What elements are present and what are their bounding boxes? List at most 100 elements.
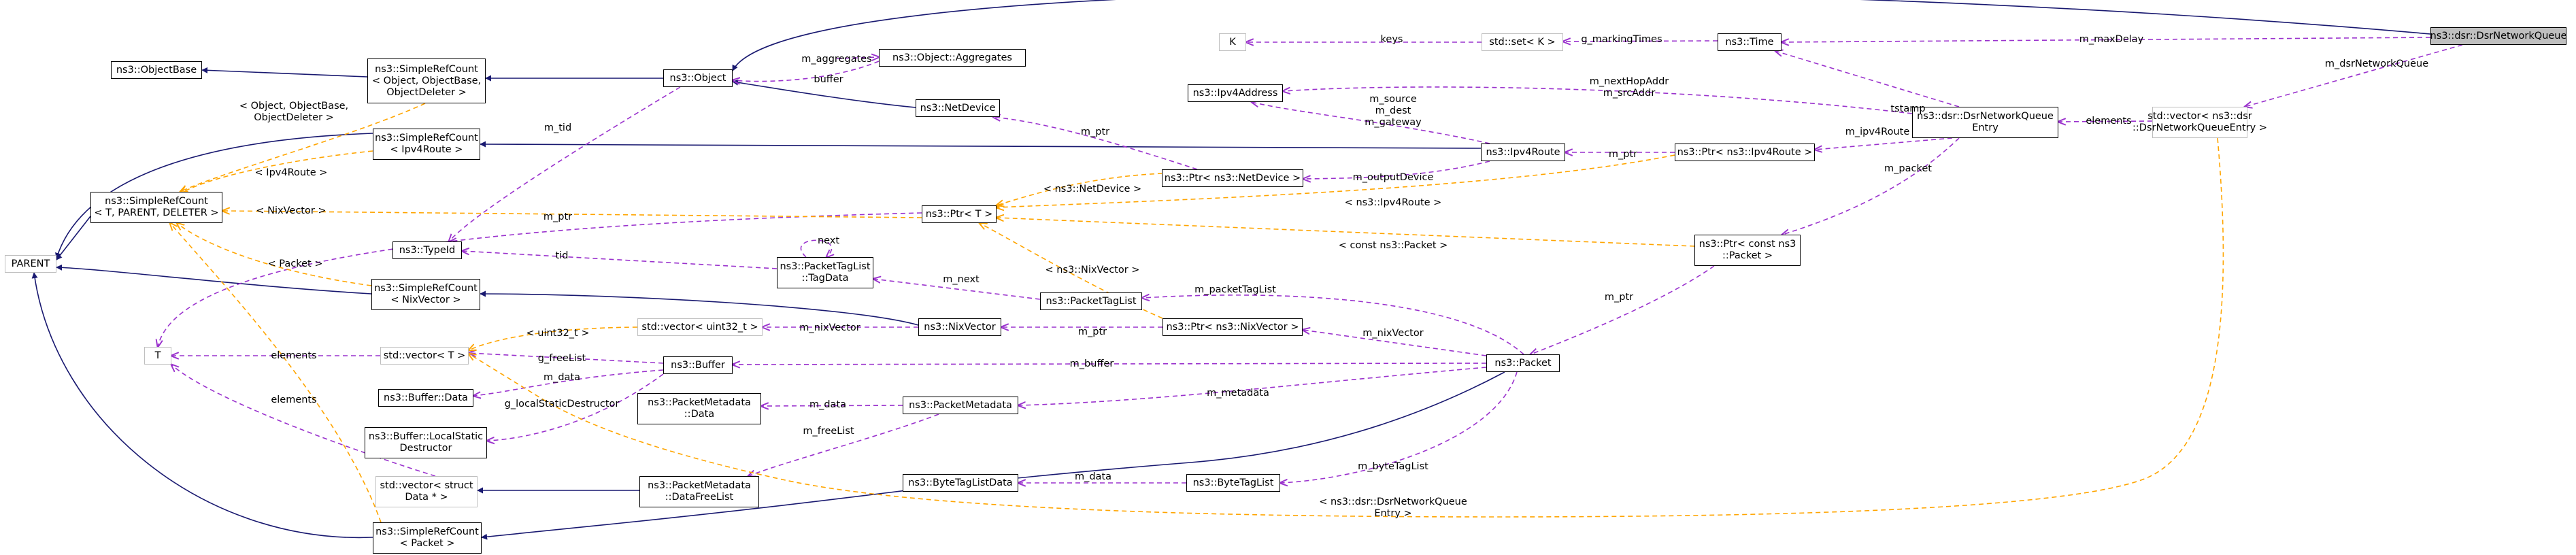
node-vector-struct-data[interactable]: std::vector< struct Data * > — [375, 476, 478, 507]
edge-label-m-ptr-netdevice: m_ptr — [1081, 127, 1109, 138]
node-parent[interactable]: PARENT — [5, 255, 56, 273]
usage-edge — [2245, 44, 2463, 107]
edge-label-keys: keys — [1381, 34, 1403, 46]
node-ptr-nixvector[interactable]: ns3::Ptr< ns3::NixVector > — [1162, 318, 1303, 336]
edge-label-m-ptr-route: m_ptr — [1609, 149, 1637, 161]
node-label-line: ns3::NetDevice — [920, 102, 996, 114]
node-typeid[interactable]: ns3::TypeId — [392, 241, 462, 259]
inheritance-edge — [56, 216, 91, 260]
node-label-line: ns3::Ptr< const ns3 — [1699, 239, 1796, 250]
node-label-line: ns3::Object::Aggregates — [892, 52, 1012, 63]
node-packetmetadata-data[interactable]: ns3::PacketMetadata::Data — [637, 393, 761, 424]
edge-label-line: m_ptr — [1604, 292, 1634, 303]
node-label-line: ::Packet > — [1722, 250, 1773, 261]
edge-label-line: < NixVector > — [256, 205, 327, 216]
edge-label-m-next: m_next — [943, 274, 980, 286]
node-label-line: < Packet > — [399, 538, 455, 549]
node-packettaglist[interactable]: ns3::PacketTagList — [1040, 292, 1142, 310]
node-simplerefcount-packet[interactable]: ns3::SimpleRefCount < Packet > — [373, 522, 482, 554]
node-simplerefcount-t[interactable]: ns3::SimpleRefCount < T, PARENT, DELETER … — [90, 192, 222, 223]
node-label-line: Data * > — [405, 492, 448, 503]
node-netdevice[interactable]: ns3::NetDevice — [916, 99, 1000, 117]
node-bytetaglistdata[interactable]: ns3::ByteTagListData — [903, 474, 1018, 492]
edge-label-m-aggregates: m_aggregates — [801, 54, 871, 65]
node-simplerefcount-object[interactable]: ns3::SimpleRefCount < Object, ObjectBase,… — [367, 58, 486, 103]
edge-label-line: m_outputDevice — [1352, 172, 1434, 183]
node-object-aggregates[interactable]: ns3::Object::Aggregates — [879, 49, 1026, 67]
node-t[interactable]: T — [144, 347, 171, 365]
node-ptr-netdevice[interactable]: ns3::Ptr< ns3::NetDevice > — [1162, 169, 1303, 187]
template-edge — [997, 154, 1675, 207]
node-object[interactable]: ns3::Object — [663, 69, 733, 87]
node-label-line: ns3::Ipv4Route — [1486, 146, 1560, 158]
node-label-line: ns3::PacketMetadata — [648, 397, 751, 408]
edge-label-line: m_maxDelay — [2079, 34, 2144, 45]
node-ipv4address[interactable]: ns3::Ipv4Address — [1188, 84, 1283, 102]
node-k[interactable]: K — [1219, 33, 1246, 51]
edge-label-m-maxDelay: m_maxDelay — [2079, 34, 2144, 46]
edge-label-t-dsr-entry: < ns3::dsr::DsrNetworkQueue Entry > — [1319, 497, 1467, 520]
node-label-line: ns3::Ptr< ns3::Ipv4Route > — [1677, 146, 1813, 158]
node-time[interactable]: ns3::Time — [1718, 33, 1782, 51]
edge-label-tid: tid — [556, 250, 569, 262]
node-packetmetadata[interactable]: ns3::PacketMetadata — [903, 397, 1018, 414]
node-label-line: ns3::Ptr< ns3::NixVector > — [1166, 321, 1299, 333]
edge-label-t-const-packet: < const ns3::Packet > — [1339, 240, 1448, 252]
edge-label-m-buffer: m_buffer — [1070, 358, 1114, 370]
node-simplerefcount-ipv4route[interactable]: ns3::SimpleRefCount < Ipv4Route > — [373, 129, 480, 160]
node-set-k[interactable]: std::set< K > — [1482, 33, 1563, 51]
edge-label-line: m_ptr — [1080, 127, 1110, 137]
node-label-line: < Object, ObjectBase, — [371, 75, 482, 86]
edge-label-tstamp: tstamp — [1890, 103, 1925, 115]
node-label-line: ObjectDeleter > — [386, 86, 467, 98]
node-packettaglist-tagdata[interactable]: ns3::PacketTagList::TagData — [777, 257, 873, 288]
edge-label-g-localStatic: g_localStaticDestructor — [505, 399, 620, 410]
node-packetmetadata-datafreelist[interactable]: ns3::PacketMetadata::DataFreeList — [639, 476, 759, 507]
node-objectbase[interactable]: ns3::ObjectBase — [111, 61, 202, 79]
node-label-line: std::vector< struct — [380, 480, 473, 491]
edge-label-line: g_markingTimes — [1581, 34, 1662, 45]
node-simplerefcount-nixvector[interactable]: ns3::SimpleRefCount < NixVector > — [371, 279, 480, 310]
node-ptr-t[interactable]: ns3::Ptr< T > — [922, 205, 997, 223]
usage-edge — [1815, 137, 1953, 150]
node-ptr-ipv4route[interactable]: ns3::Ptr< ns3::Ipv4Route > — [1675, 144, 1815, 161]
edge-label-t-ipv4route-ptr: < ns3::Ipv4Route > — [1345, 197, 1442, 209]
node-nixvector[interactable]: ns3::NixVector — [918, 318, 1001, 336]
usage-edge — [462, 251, 777, 269]
edge-label-line: m_ptr — [543, 212, 573, 222]
node-buffer-localstatic[interactable]: ns3::Buffer::LocalStatic Destructor — [365, 427, 487, 458]
edge-label-next: next — [818, 235, 839, 247]
node-vector-entry[interactable]: std::vector< ns3::dsr::DsrNetworkQueueEn… — [2132, 107, 2267, 138]
edge-label-m-data-meta: m_data — [809, 399, 846, 411]
node-vector-t[interactable]: std::vector< T > — [380, 347, 469, 365]
node-label-line: ns3::SimpleRefCount — [374, 283, 478, 294]
node-label-line: ns3::Time — [1725, 36, 1774, 48]
node-label-line: K — [1229, 36, 1236, 48]
node-buffer-data[interactable]: ns3::Buffer::Data — [378, 389, 473, 407]
node-queue-entry[interactable]: ns3::dsr::DsrNetworkQueue Entry — [1912, 107, 2058, 138]
edge-label-line: < ns3::NixVector > — [1045, 265, 1140, 275]
node-packet[interactable]: ns3::Packet — [1486, 354, 1560, 372]
edge-label-line: < ns3::Ipv4Route > — [1344, 197, 1442, 208]
node-ptr-const-packet[interactable]: ns3::Ptr< const ns3::Packet > — [1694, 235, 1801, 266]
node-vector-uint32[interactable]: std::vector< uint32_t > — [637, 318, 763, 336]
edge-label-line: < Ipv4Route > — [254, 167, 328, 178]
edge-label-line: < ns3::dsr::DsrNetworkQueue — [1319, 497, 1467, 507]
node-label-line: ns3::dsr::DsrNetworkQueue — [1917, 111, 2054, 122]
edge-label-line: < uint32_t > — [526, 328, 590, 339]
node-bytetaglist[interactable]: ns3::ByteTagList — [1186, 474, 1280, 492]
edge-label-line: m_ipv4Route — [1845, 127, 1910, 137]
edge-label-t-nixvector-ptr: < ns3::NixVector > — [1046, 265, 1140, 276]
edge-label-line: m_nixVector — [1362, 328, 1424, 339]
edge-label-line: m_aggregates — [801, 54, 872, 65]
edge-label-m-source: m_source m_dest m_gateway — [1365, 94, 1421, 129]
inheritance-edge — [201, 67, 368, 78]
edge-label-line: m_metadata — [1207, 388, 1269, 399]
edge-label-m-ptr-nix: m_ptr — [1078, 326, 1107, 338]
node-buffer[interactable]: ns3::Buffer — [663, 356, 733, 374]
node-label-line: ::TagData — [801, 273, 849, 284]
node-label-line: ns3::PacketTagList — [1046, 295, 1137, 307]
node-ipv4route[interactable]: ns3::Ipv4Route — [1481, 144, 1565, 161]
edge-label-t-ipv4route-src: < Ipv4Route > — [255, 167, 328, 179]
edge-label-line: elements — [2086, 116, 2132, 127]
